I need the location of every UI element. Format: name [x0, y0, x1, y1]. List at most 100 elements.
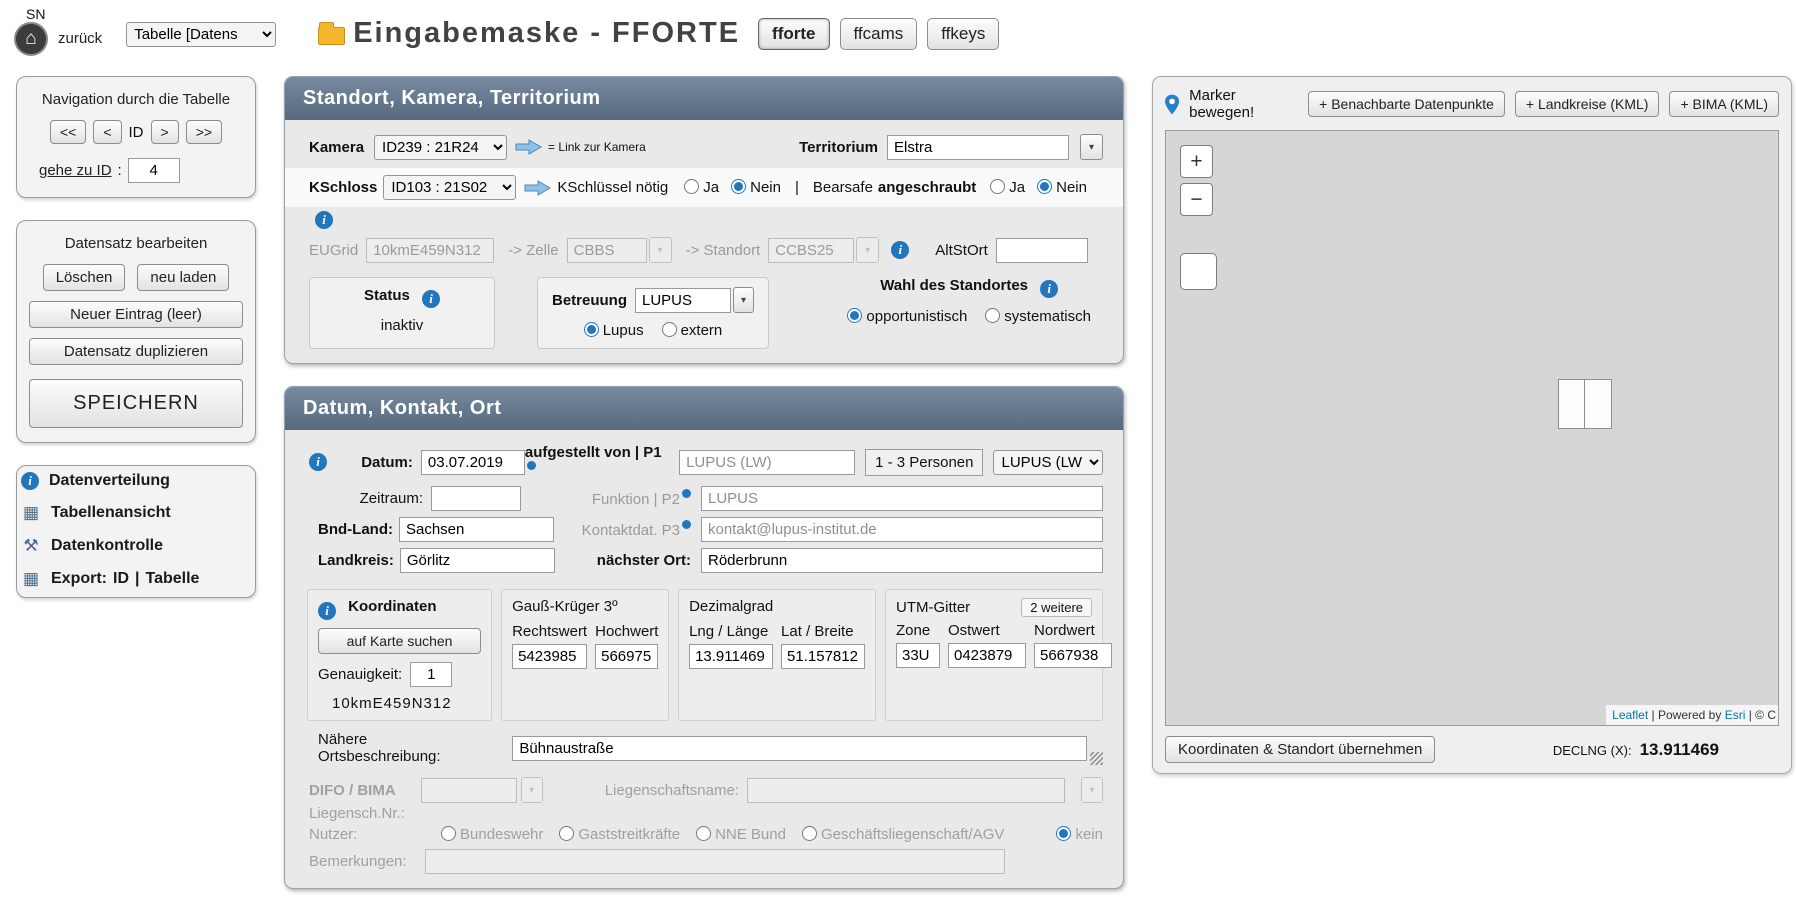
- goto-id-input[interactable]: [128, 158, 180, 183]
- auf-karte-suchen-button[interactable]: auf Karte suchen: [318, 628, 481, 654]
- territorium-dropdown-button[interactable]: ▾: [1080, 134, 1103, 160]
- datenkontrolle-link[interactable]: ⚒ Datenkontrolle: [21, 536, 251, 556]
- wahl-opportunistisch-radio[interactable]: [847, 308, 862, 323]
- bearsafe-ja-radio[interactable]: [990, 179, 1005, 194]
- naechster-ort-input[interactable]: [701, 548, 1103, 573]
- betreuung-lupus-option[interactable]: Lupus: [584, 322, 644, 339]
- export-tabelle-link[interactable]: Tabelle: [145, 570, 199, 588]
- utm-zone-input[interactable]: [896, 643, 940, 668]
- tabellenansicht-link[interactable]: ▦ Tabellenansicht: [21, 503, 251, 523]
- genauigkeit-input[interactable]: [410, 662, 452, 687]
- bima-kml-button[interactable]: + BIMA (KML): [1669, 91, 1779, 117]
- standort-info-icon[interactable]: i: [891, 241, 909, 259]
- koordinaten-uebernehmen-button[interactable]: Koordinaten & Standort übernehmen: [1165, 736, 1435, 763]
- goto-id-link[interactable]: gehe zu ID: [39, 162, 112, 179]
- utm-ostwert-input[interactable]: [948, 643, 1026, 668]
- betreuung-lupus-radio[interactable]: [584, 322, 599, 337]
- nutzer-gaststreitkraefte-radio[interactable]: [559, 826, 574, 841]
- leaflet-link[interactable]: Leaflet: [1612, 708, 1648, 722]
- kschluessel-nein-radio[interactable]: [731, 179, 746, 194]
- map-extra-control[interactable]: [1180, 253, 1217, 290]
- ffcams-button[interactable]: ffcams: [840, 18, 918, 50]
- gk-rechtswert-input[interactable]: [512, 644, 587, 669]
- kschluessel-ja-radio[interactable]: [684, 179, 699, 194]
- new-entry-button[interactable]: Neuer Eintrag (leer): [29, 301, 243, 328]
- p1-select[interactable]: LUPUS (LW: [993, 450, 1103, 475]
- kschluessel-ja-option[interactable]: Ja: [684, 179, 719, 196]
- nutzer-geschaeftsliegenschaft-option[interactable]: Geschäftsliegenschaft/AGV: [802, 826, 1004, 843]
- nutzer-nne-bund-option[interactable]: NNE Bund: [696, 826, 786, 843]
- link-arrow-icon[interactable]: [515, 139, 542, 155]
- zeitraum-input[interactable]: [431, 486, 521, 511]
- p1-info-icon[interactable]: [527, 461, 536, 470]
- zoom-out-button[interactable]: −: [1180, 183, 1213, 216]
- separator-pipe: |: [795, 179, 799, 196]
- export-id-link[interactable]: ID: [113, 570, 129, 588]
- nutzer-kein-radio[interactable]: [1056, 826, 1071, 841]
- delete-button[interactable]: Löschen: [43, 264, 126, 291]
- territorium-input[interactable]: [887, 135, 1069, 160]
- kamera-select[interactable]: ID239 : 21R24: [374, 135, 507, 160]
- nutzer-bundeswehr-option[interactable]: Bundeswehr: [441, 826, 543, 843]
- duplicate-record-button[interactable]: Datensatz duplizieren: [29, 338, 243, 365]
- wahl-systematisch-radio[interactable]: [985, 308, 1000, 323]
- back-link[interactable]: zurück: [58, 30, 102, 47]
- betreuung-extern-radio[interactable]: [662, 322, 677, 337]
- personen-count-box[interactable]: 1 - 3 Personen: [865, 449, 983, 476]
- table-select[interactable]: Tabelle [Datens: [126, 22, 276, 47]
- gk-hochwert-input[interactable]: [595, 644, 658, 669]
- kschloss-info-icon[interactable]: i: [315, 211, 333, 229]
- nav-next-button[interactable]: >: [151, 120, 179, 144]
- sn-label: SN: [26, 6, 45, 22]
- landkreis-input[interactable]: [400, 548, 555, 573]
- p2-input[interactable]: [701, 486, 1103, 511]
- koordinaten-info-icon[interactable]: i: [318, 602, 336, 620]
- utm-nordwert-input[interactable]: [1034, 643, 1112, 668]
- standortwahl-info-icon[interactable]: i: [1040, 280, 1058, 298]
- kschloss-link-arrow-icon[interactable]: [524, 180, 551, 196]
- status-info-icon[interactable]: i: [422, 290, 440, 308]
- benachbarte-datenpunkte-button[interactable]: + Benachbarte Datenpunkte: [1308, 91, 1505, 117]
- nutzer-gaststreitkraefte-option[interactable]: Gaststreitkräfte: [559, 826, 680, 843]
- wahl-opportunistisch-option[interactable]: opportunistisch: [847, 308, 967, 325]
- datum-info-icon[interactable]: i: [309, 453, 327, 471]
- esri-link[interactable]: Esri: [1725, 708, 1746, 722]
- nav-last-button[interactable]: >>: [186, 120, 222, 144]
- ortsbeschreibung-input[interactable]: [512, 736, 1087, 761]
- nutzer-nne-bund-radio[interactable]: [696, 826, 711, 841]
- p3-input[interactable]: [701, 517, 1103, 542]
- nutzer-kein-option[interactable]: kein: [1056, 826, 1103, 843]
- kschloss-select[interactable]: ID103 : 21S02: [383, 175, 516, 200]
- datenverteilung-link[interactable]: i Datenverteilung: [21, 472, 251, 490]
- wahl-systematisch-option[interactable]: systematisch: [985, 308, 1091, 325]
- reload-button[interactable]: neu laden: [137, 264, 229, 291]
- utm-more-button[interactable]: 2 weitere: [1021, 598, 1092, 617]
- bearsafe-nein-option[interactable]: Nein: [1037, 179, 1087, 196]
- betreuung-input[interactable]: [635, 288, 731, 313]
- bndland-input[interactable]: [399, 517, 554, 542]
- nutzer-bundeswehr-radio[interactable]: [441, 826, 456, 841]
- altstort-input[interactable]: [996, 238, 1088, 263]
- zoom-in-button[interactable]: +: [1180, 145, 1213, 178]
- betreuung-extern-option[interactable]: extern: [662, 322, 723, 339]
- landkreise-kml-button[interactable]: + Landkreise (KML): [1515, 91, 1660, 117]
- datum-input[interactable]: [421, 450, 525, 475]
- map-area[interactable]: + − Leaflet | Powered by Esri | © C: [1165, 130, 1779, 726]
- fforte-button[interactable]: fforte: [758, 18, 829, 50]
- nav-prev-button[interactable]: <: [93, 120, 121, 144]
- kschluessel-nein-option[interactable]: Nein: [731, 179, 781, 196]
- save-button[interactable]: SPEICHERN: [29, 379, 243, 428]
- dez-lat-input[interactable]: [781, 644, 865, 669]
- p3-info-icon[interactable]: [682, 520, 691, 529]
- p1-input[interactable]: [679, 450, 855, 475]
- bearsafe-ja-option[interactable]: Ja: [990, 179, 1025, 196]
- nutzer-geschaeftsliegenschaft-radio[interactable]: [802, 826, 817, 841]
- betreuung-dropdown-button[interactable]: ▾: [733, 287, 754, 313]
- nav-first-button[interactable]: <<: [50, 120, 86, 144]
- bearsafe-nein-radio[interactable]: [1037, 179, 1052, 194]
- p2-info-icon[interactable]: [682, 489, 691, 498]
- dez-lng-input[interactable]: [689, 644, 773, 669]
- resize-grip-icon[interactable]: [1090, 752, 1103, 765]
- ffkeys-button[interactable]: ffkeys: [927, 18, 999, 50]
- home-icon[interactable]: ⌂: [14, 22, 48, 56]
